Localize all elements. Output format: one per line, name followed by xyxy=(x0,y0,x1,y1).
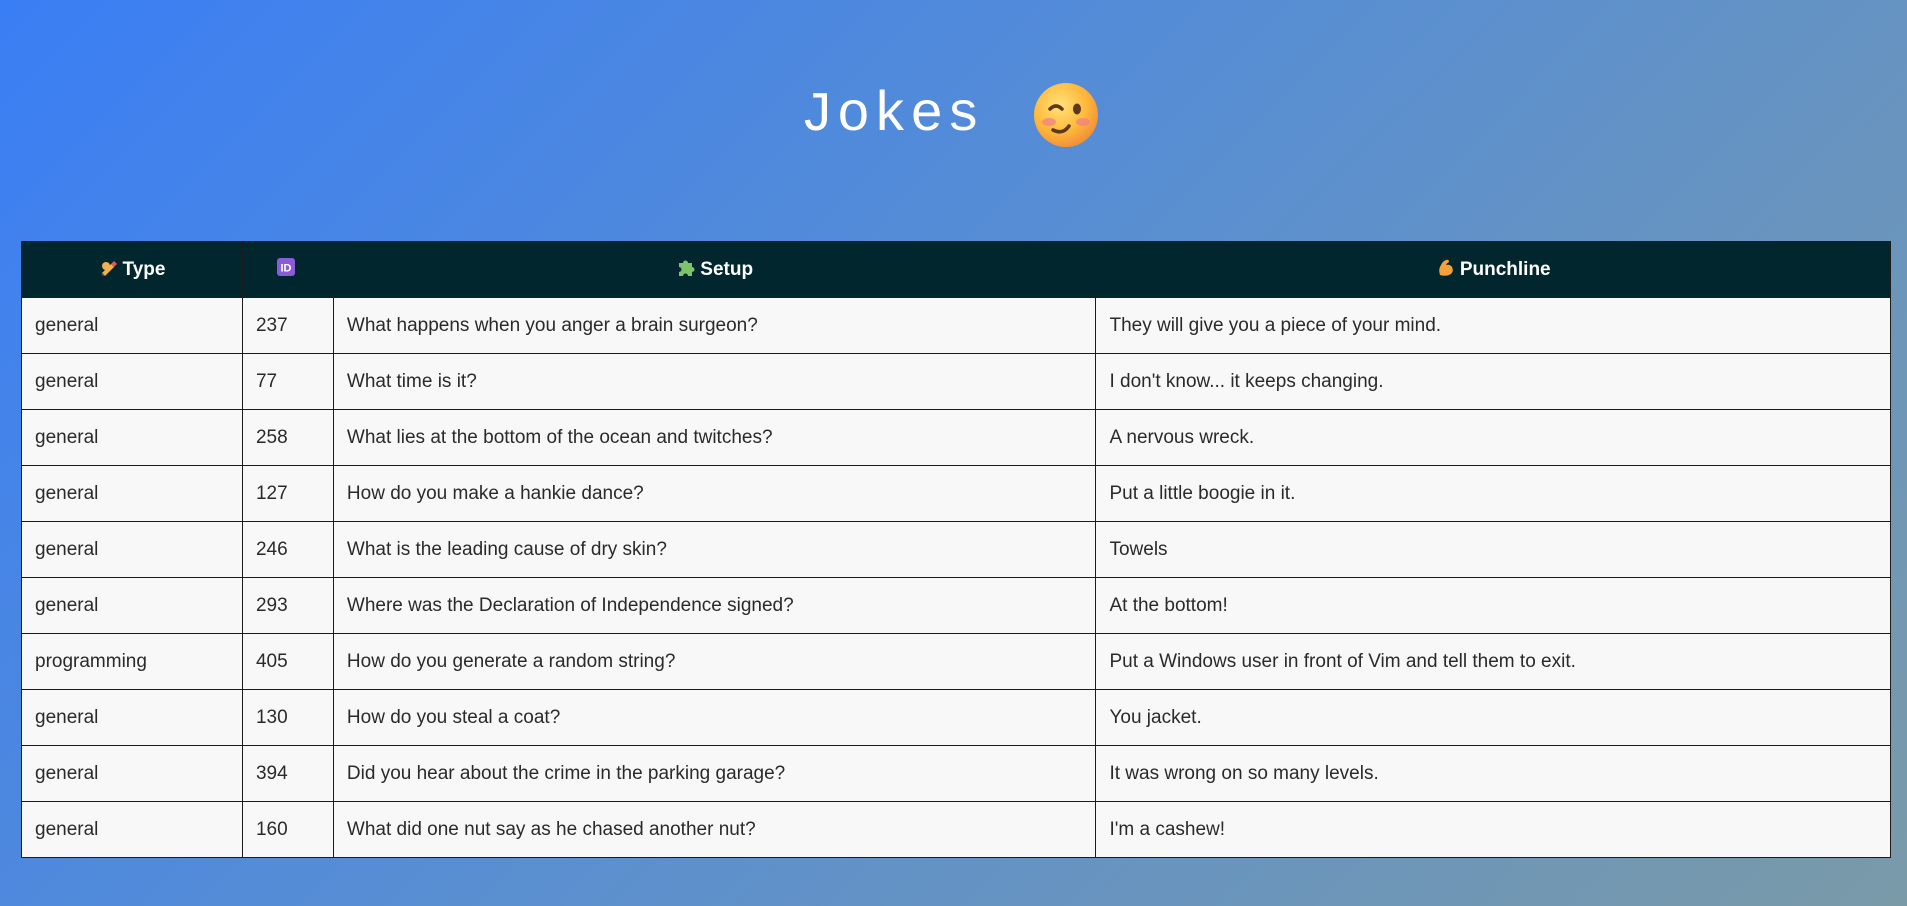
cell-type: general xyxy=(21,577,243,634)
cell-type: general xyxy=(21,353,243,410)
cell-punchline: Put a little boogie in it. xyxy=(1095,465,1891,522)
cell-type: general xyxy=(21,297,243,354)
table-row: general 127 How do you make a hankie dance… xyxy=(21,465,1891,522)
table-row: general 293 Where was the Declaration of I… xyxy=(21,577,1891,634)
cell-id: 246 xyxy=(241,521,334,578)
cell-id: 160 xyxy=(241,801,334,858)
cell-setup: Did you hear about the crime in the park… xyxy=(332,745,1097,802)
cell-type: general xyxy=(21,745,243,802)
cell-type: programming xyxy=(21,633,243,690)
cell-id: 237 xyxy=(241,297,334,354)
cell-setup: What did one nut say as he chased anothe… xyxy=(332,801,1097,858)
table-row: general 77 What time is it? I don't know...… xyxy=(21,353,1891,410)
cell-type: general xyxy=(21,409,243,466)
table-body: general 237 What happens when you anger a … xyxy=(21,297,1891,858)
writing-hand-icon xyxy=(99,257,119,283)
cell-type: general xyxy=(21,465,243,522)
cell-setup: How do you generate a random string? xyxy=(332,633,1097,690)
page-header: Jokes xyxy=(0,0,1907,241)
table-row: general 258 What lies at the bottom of the… xyxy=(21,409,1891,466)
column-header-id[interactable]: ID xyxy=(241,241,334,298)
id-badge-icon: ID xyxy=(276,257,296,283)
cell-punchline: I'm a cashew! xyxy=(1095,801,1891,858)
winking-face-icon xyxy=(1033,82,1099,148)
cell-punchline: You jacket. xyxy=(1095,689,1891,746)
flexed-biceps-icon xyxy=(1436,257,1456,283)
puzzle-piece-icon xyxy=(676,257,696,283)
table-row: general 130 How do you steal a coat? You ja… xyxy=(21,689,1891,746)
cell-setup: How do you steal a coat? xyxy=(332,689,1097,746)
cell-id: 77 xyxy=(241,353,334,410)
column-header-setup[interactable]: Setup xyxy=(332,241,1097,298)
cell-setup: Where was the Declaration of Independenc… xyxy=(332,577,1097,634)
cell-type: general xyxy=(21,521,243,578)
cell-punchline: A nervous wreck. xyxy=(1095,409,1891,466)
table-row: general 160 What did one nut say as he cha… xyxy=(21,801,1891,858)
table-row: general 246 What is the leading cause of d… xyxy=(21,521,1891,578)
cell-id: 405 xyxy=(241,633,334,690)
cell-setup: What happens when you anger a brain surg… xyxy=(332,297,1097,354)
cell-punchline: At the bottom! xyxy=(1095,577,1891,634)
cell-id: 258 xyxy=(241,409,334,466)
cell-id: 130 xyxy=(241,689,334,746)
table-row: programming 405 How do you generate a rand… xyxy=(21,633,1891,690)
page-title-text: Jokes xyxy=(800,83,984,147)
jokes-table: Type ID Setup Punchline general 237 What… xyxy=(21,241,1891,858)
column-header-punchline[interactable]: Punchline xyxy=(1095,241,1891,298)
cell-id: 394 xyxy=(241,745,334,802)
cell-setup: How do you make a hankie dance? xyxy=(332,465,1097,522)
cell-setup: What lies at the bottom of the ocean and… xyxy=(332,409,1097,466)
cell-type: general xyxy=(21,689,243,746)
cell-punchline: Put a Windows user in front of Vim and t… xyxy=(1095,633,1891,690)
table-row: general 237 What happens when you anger a … xyxy=(21,297,1891,354)
cell-id: 127 xyxy=(241,465,334,522)
cell-setup: What is the leading cause of dry skin? xyxy=(332,521,1097,578)
table-header-row: Type ID Setup Punchline xyxy=(21,241,1891,298)
svg-text:ID: ID xyxy=(280,262,291,274)
cell-id: 293 xyxy=(241,577,334,634)
cell-setup: What time is it? xyxy=(332,353,1097,410)
cell-type: general xyxy=(21,801,243,858)
cell-punchline: Towels xyxy=(1095,521,1891,578)
cell-punchline: It was wrong on so many levels. xyxy=(1095,745,1891,802)
table-row: general 394 Did you hear about the crime i… xyxy=(21,745,1891,802)
cell-punchline: I don't know... it keeps changing. xyxy=(1095,353,1891,410)
page-title: Jokes xyxy=(800,82,1099,148)
column-header-type[interactable]: Type xyxy=(21,241,243,298)
cell-punchline: They will give you a piece of your mind. xyxy=(1095,297,1891,354)
